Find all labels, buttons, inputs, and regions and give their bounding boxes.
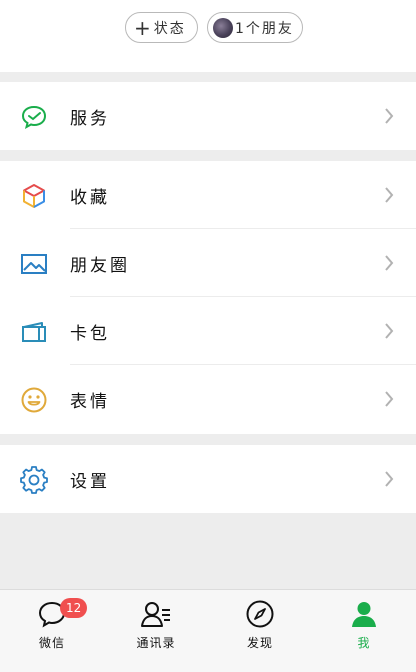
menu-item-settings[interactable]: 设置: [0, 445, 416, 513]
bottom-edge: [0, 657, 416, 672]
friends-label: 1个朋友: [235, 20, 294, 37]
chevron-right-icon: [385, 323, 394, 339]
service-section: 服务: [0, 82, 416, 150]
status-label: 状态: [153, 20, 186, 37]
main-menu-section: 收藏 朋友圈 卡包 表情: [0, 161, 416, 434]
contacts-icon: [140, 598, 172, 630]
tab-discover-label: 发现: [246, 636, 273, 650]
tab-chats[interactable]: 12 微信: [0, 590, 104, 657]
moments-label: 朋友圈: [70, 255, 130, 276]
tab-discover[interactable]: 发现: [208, 590, 312, 657]
menu-item-moments[interactable]: 朋友圈: [0, 229, 416, 297]
tab-me-label: 我: [357, 636, 371, 650]
chevron-right-icon: [385, 391, 394, 407]
profile-header: + 状态 1个朋友: [0, 0, 416, 72]
unread-badge: 12: [60, 598, 88, 618]
chevron-right-icon: [385, 471, 394, 487]
friend-avatar: [213, 17, 233, 38]
service-icon: [20, 103, 48, 131]
bottom-tab-bar: 12 微信 通讯录 发现 我: [0, 589, 416, 657]
favorites-cube-icon: [20, 182, 48, 210]
settings-label: 设置: [70, 471, 110, 492]
cards-label: 卡包: [70, 323, 110, 344]
smiley-icon: [20, 386, 48, 414]
menu-item-stickers[interactable]: 表情: [0, 365, 416, 433]
plus-icon: +: [134, 15, 151, 40]
compass-icon: [244, 598, 276, 630]
chevron-right-icon: [385, 255, 394, 271]
menu-item-cards[interactable]: 卡包: [0, 297, 416, 365]
gear-icon: [20, 466, 48, 494]
settings-section: 设置: [0, 445, 416, 513]
tab-me[interactable]: 我: [312, 590, 416, 657]
chevron-right-icon: [385, 108, 394, 124]
person-icon: [348, 598, 380, 630]
add-status-button[interactable]: + 状态: [125, 12, 198, 43]
tab-chats-label: 微信: [38, 636, 65, 650]
tab-contacts-label: 通讯录: [136, 636, 176, 650]
stickers-label: 表情: [70, 391, 110, 412]
moments-image-icon: [20, 250, 48, 278]
chevron-right-icon: [385, 187, 394, 203]
friends-status-button[interactable]: 1个朋友: [207, 12, 303, 43]
menu-item-service[interactable]: 服务: [0, 82, 416, 150]
menu-item-favorites[interactable]: 收藏: [0, 161, 416, 229]
tab-contacts[interactable]: 通讯录: [104, 590, 208, 657]
favorites-label: 收藏: [70, 187, 110, 208]
service-label: 服务: [70, 108, 110, 129]
card-wallet-icon: [20, 318, 48, 346]
